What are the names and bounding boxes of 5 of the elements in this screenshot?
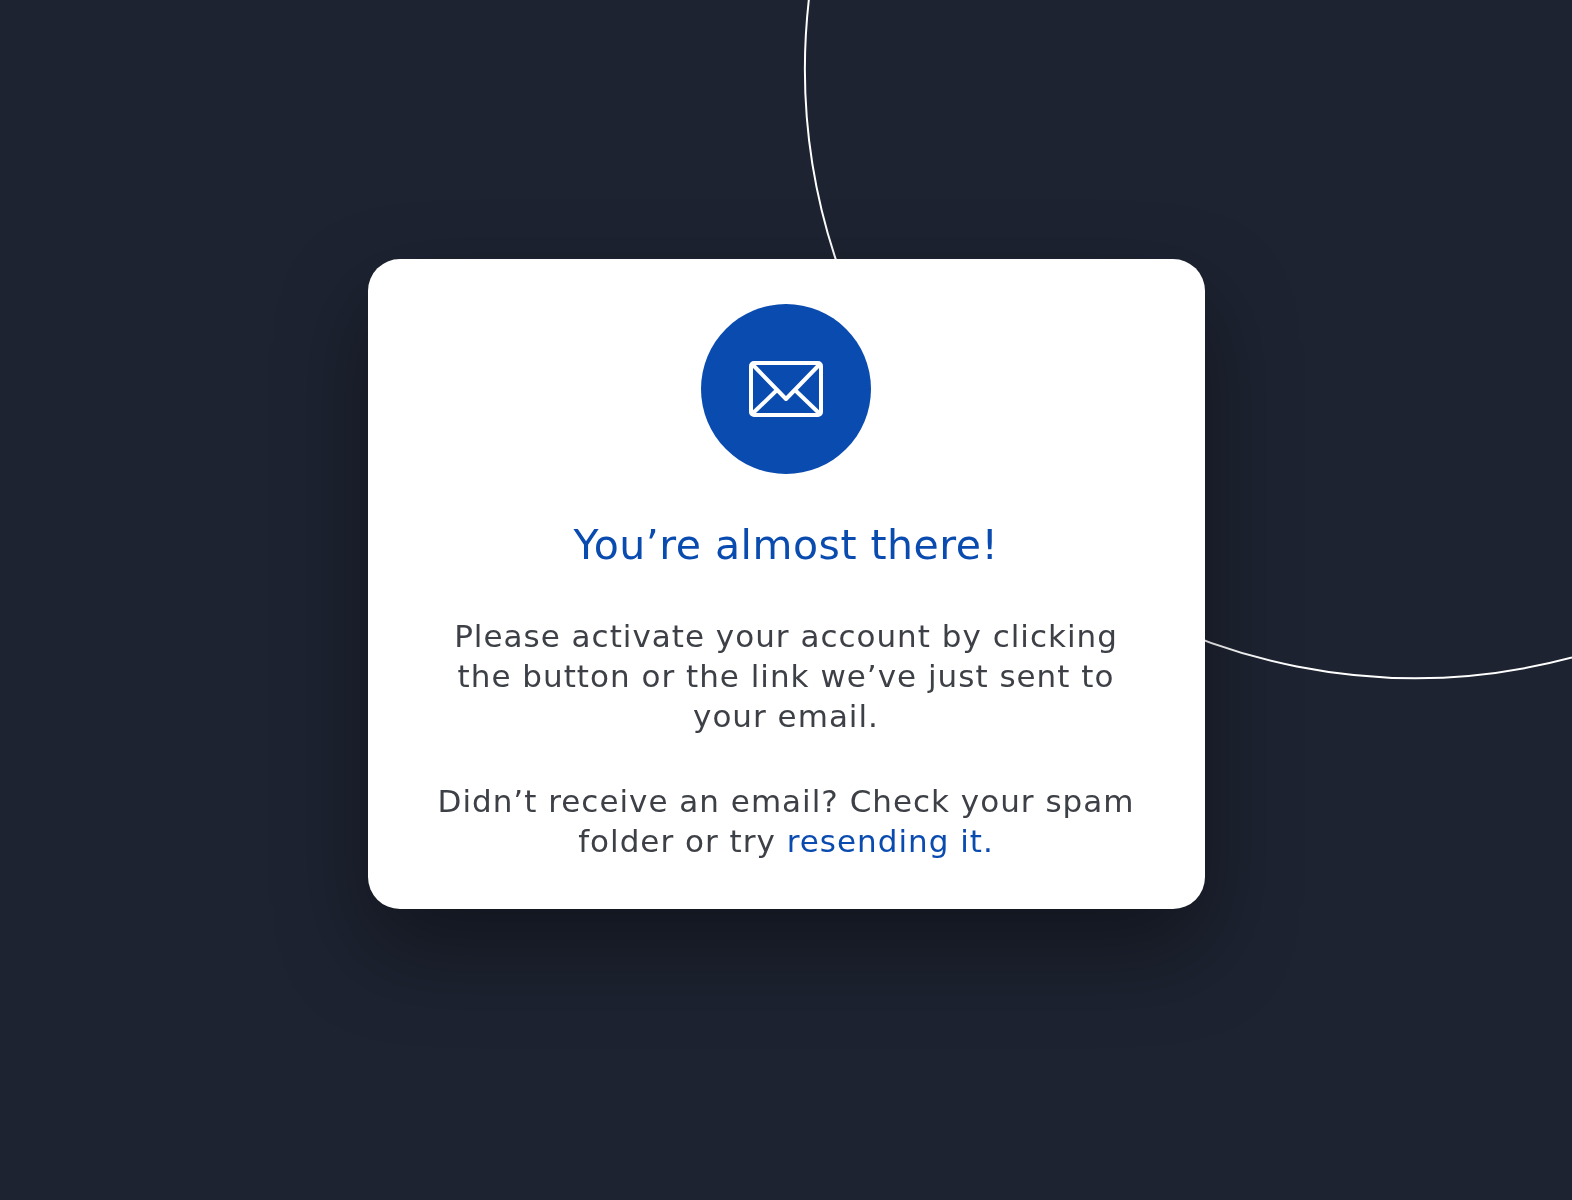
dialog-title: You’re almost there! [573,520,999,570]
activation-message: Please activate your account by clicking the button or the link we’ve just sent to your email. [453,617,1119,736]
resend-text: Didn’t receive an email? Check your spam folder or try resending it. [436,782,1136,861]
envelope-icon [701,304,871,474]
resend-link[interactable]: resending it. [786,823,994,859]
